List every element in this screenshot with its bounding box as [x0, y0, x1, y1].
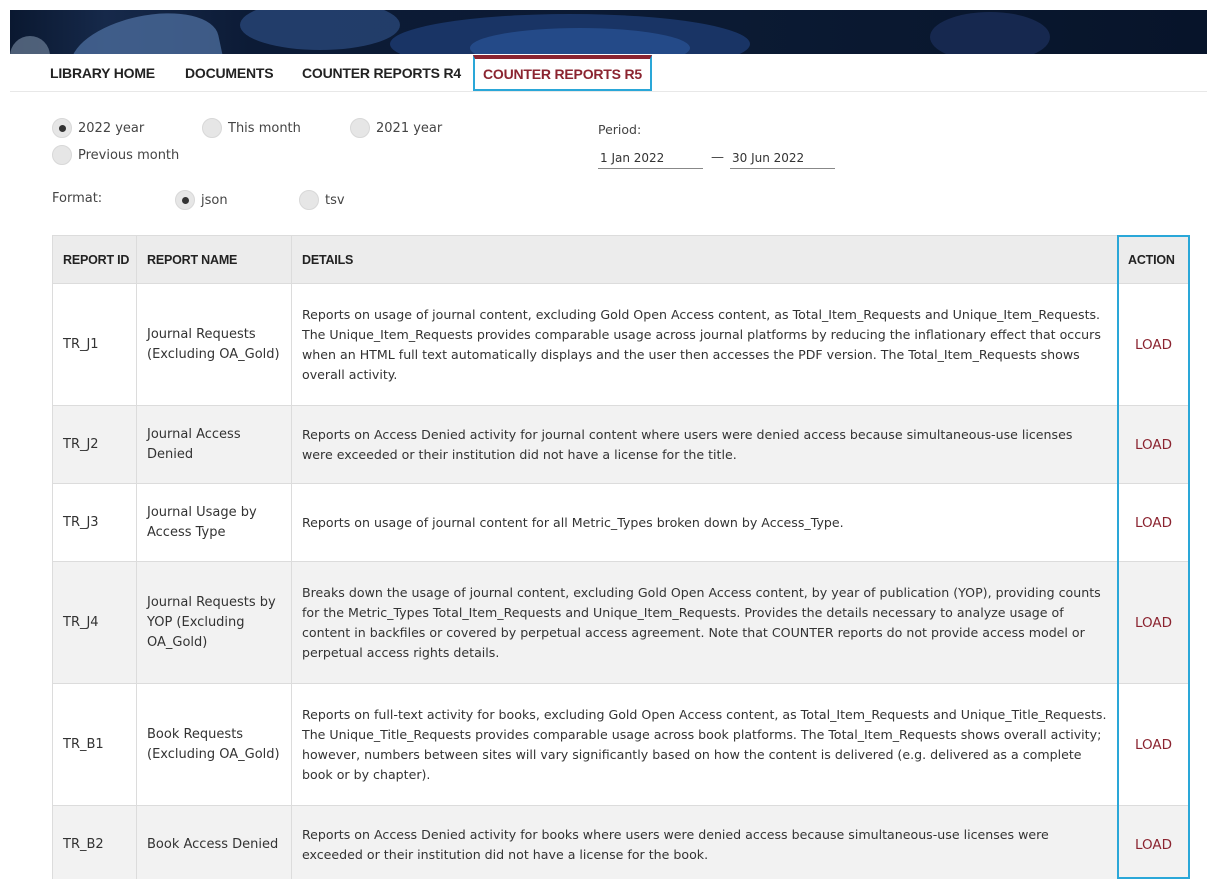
report-name: Journal Usage by Access Type: [136, 483, 292, 562]
table-row: TR_B1 Book Requests (Excluding OA_Gold) …: [52, 683, 1189, 806]
report-name: Book Requests (Excluding OA_Gold): [136, 683, 292, 806]
radio-label: 2021 year: [376, 120, 443, 136]
header-banner-image: [10, 10, 1207, 54]
main-nav: LIBRARY HOME DOCUMENTS COUNTER REPORTS R…: [10, 54, 1207, 92]
table-row: TR_J4 Journal Requests by YOP (Excluding…: [52, 561, 1189, 684]
nav-counter-reports-r5[interactable]: COUNTER REPORTS R5: [473, 55, 652, 91]
nav-documents[interactable]: DOCUMENTS: [185, 61, 274, 85]
radio-format-json[interactable]: json: [175, 190, 228, 210]
header-action: ACTION: [1117, 235, 1189, 284]
load-button[interactable]: LOAD: [1117, 283, 1189, 406]
radio-format-tsv[interactable]: tsv: [299, 190, 345, 210]
period-start-input[interactable]: [598, 147, 703, 169]
header-report-name: REPORT NAME: [136, 235, 292, 284]
table-row: TR_J3 Journal Usage by Access Type Repor…: [52, 483, 1189, 562]
format-label: Format:: [52, 191, 103, 206]
report-name: Journal Requests by YOP (Excluding OA_Go…: [136, 561, 292, 684]
header-report-id: REPORT ID: [52, 235, 137, 284]
radio-label: json: [201, 192, 228, 208]
report-name: Journal Requests (Excluding OA_Gold): [136, 283, 292, 406]
load-button[interactable]: LOAD: [1117, 805, 1189, 879]
radio-button-icon: [202, 118, 222, 138]
reports-table: REPORT ID REPORT NAME DETAILS ACTION TR_…: [52, 235, 1189, 879]
nav-library-home[interactable]: LIBRARY HOME: [50, 61, 155, 85]
report-id: TR_B2: [52, 805, 137, 879]
report-details: Reports on Access Denied activity for jo…: [291, 405, 1118, 484]
radio-label: tsv: [325, 192, 345, 208]
radio-label: 2022 year: [78, 120, 145, 136]
report-id: TR_J4: [52, 561, 137, 684]
radio-previous-month[interactable]: Previous month: [52, 145, 179, 165]
load-button[interactable]: LOAD: [1117, 683, 1189, 806]
radio-button-icon: [52, 118, 72, 138]
radio-2021-year[interactable]: 2021 year: [350, 118, 442, 138]
load-button[interactable]: LOAD: [1117, 405, 1189, 484]
radio-2022-year[interactable]: 2022 year: [52, 118, 144, 138]
table-row: TR_B2 Book Access Denied Reports on Acce…: [52, 805, 1189, 879]
report-details: Reports on usage of journal content for …: [291, 483, 1118, 562]
radio-button-icon: [299, 190, 319, 210]
report-id: TR_J2: [52, 405, 137, 484]
radio-this-month[interactable]: This month: [202, 118, 301, 138]
report-id: TR_B1: [52, 683, 137, 806]
report-name: Journal Access Denied: [136, 405, 292, 484]
reports-table-container: REPORT ID REPORT NAME DETAILS ACTION TR_…: [52, 235, 1189, 879]
period-label: Period:: [598, 122, 642, 137]
load-button[interactable]: LOAD: [1117, 483, 1189, 562]
report-details: Reports on usage of journal content, exc…: [291, 283, 1118, 406]
load-button[interactable]: LOAD: [1117, 561, 1189, 684]
table-row: TR_J1 Journal Requests (Excluding OA_Gol…: [52, 283, 1189, 406]
table-header-row: REPORT ID REPORT NAME DETAILS ACTION: [52, 235, 1189, 284]
report-details: Breaks down the usage of journal content…: [291, 561, 1118, 684]
report-details: Reports on Access Denied activity for bo…: [291, 805, 1118, 879]
radio-label: Previous month: [78, 147, 180, 163]
header-details: DETAILS: [291, 235, 1118, 284]
report-details: Reports on full-text activity for books,…: [291, 683, 1118, 806]
period-separator: —: [711, 150, 724, 165]
report-id: TR_J1: [52, 283, 137, 406]
table-row: TR_J2 Journal Access Denied Reports on A…: [52, 405, 1189, 484]
nav-counter-reports-r4[interactable]: COUNTER REPORTS R4: [302, 61, 461, 85]
radio-button-icon: [350, 118, 370, 138]
radio-button-icon: [52, 145, 72, 165]
radio-label: This month: [228, 120, 301, 136]
radio-button-icon: [175, 190, 195, 210]
report-name: Book Access Denied: [136, 805, 292, 879]
report-id: TR_J3: [52, 483, 137, 562]
period-end-input[interactable]: [730, 147, 835, 169]
